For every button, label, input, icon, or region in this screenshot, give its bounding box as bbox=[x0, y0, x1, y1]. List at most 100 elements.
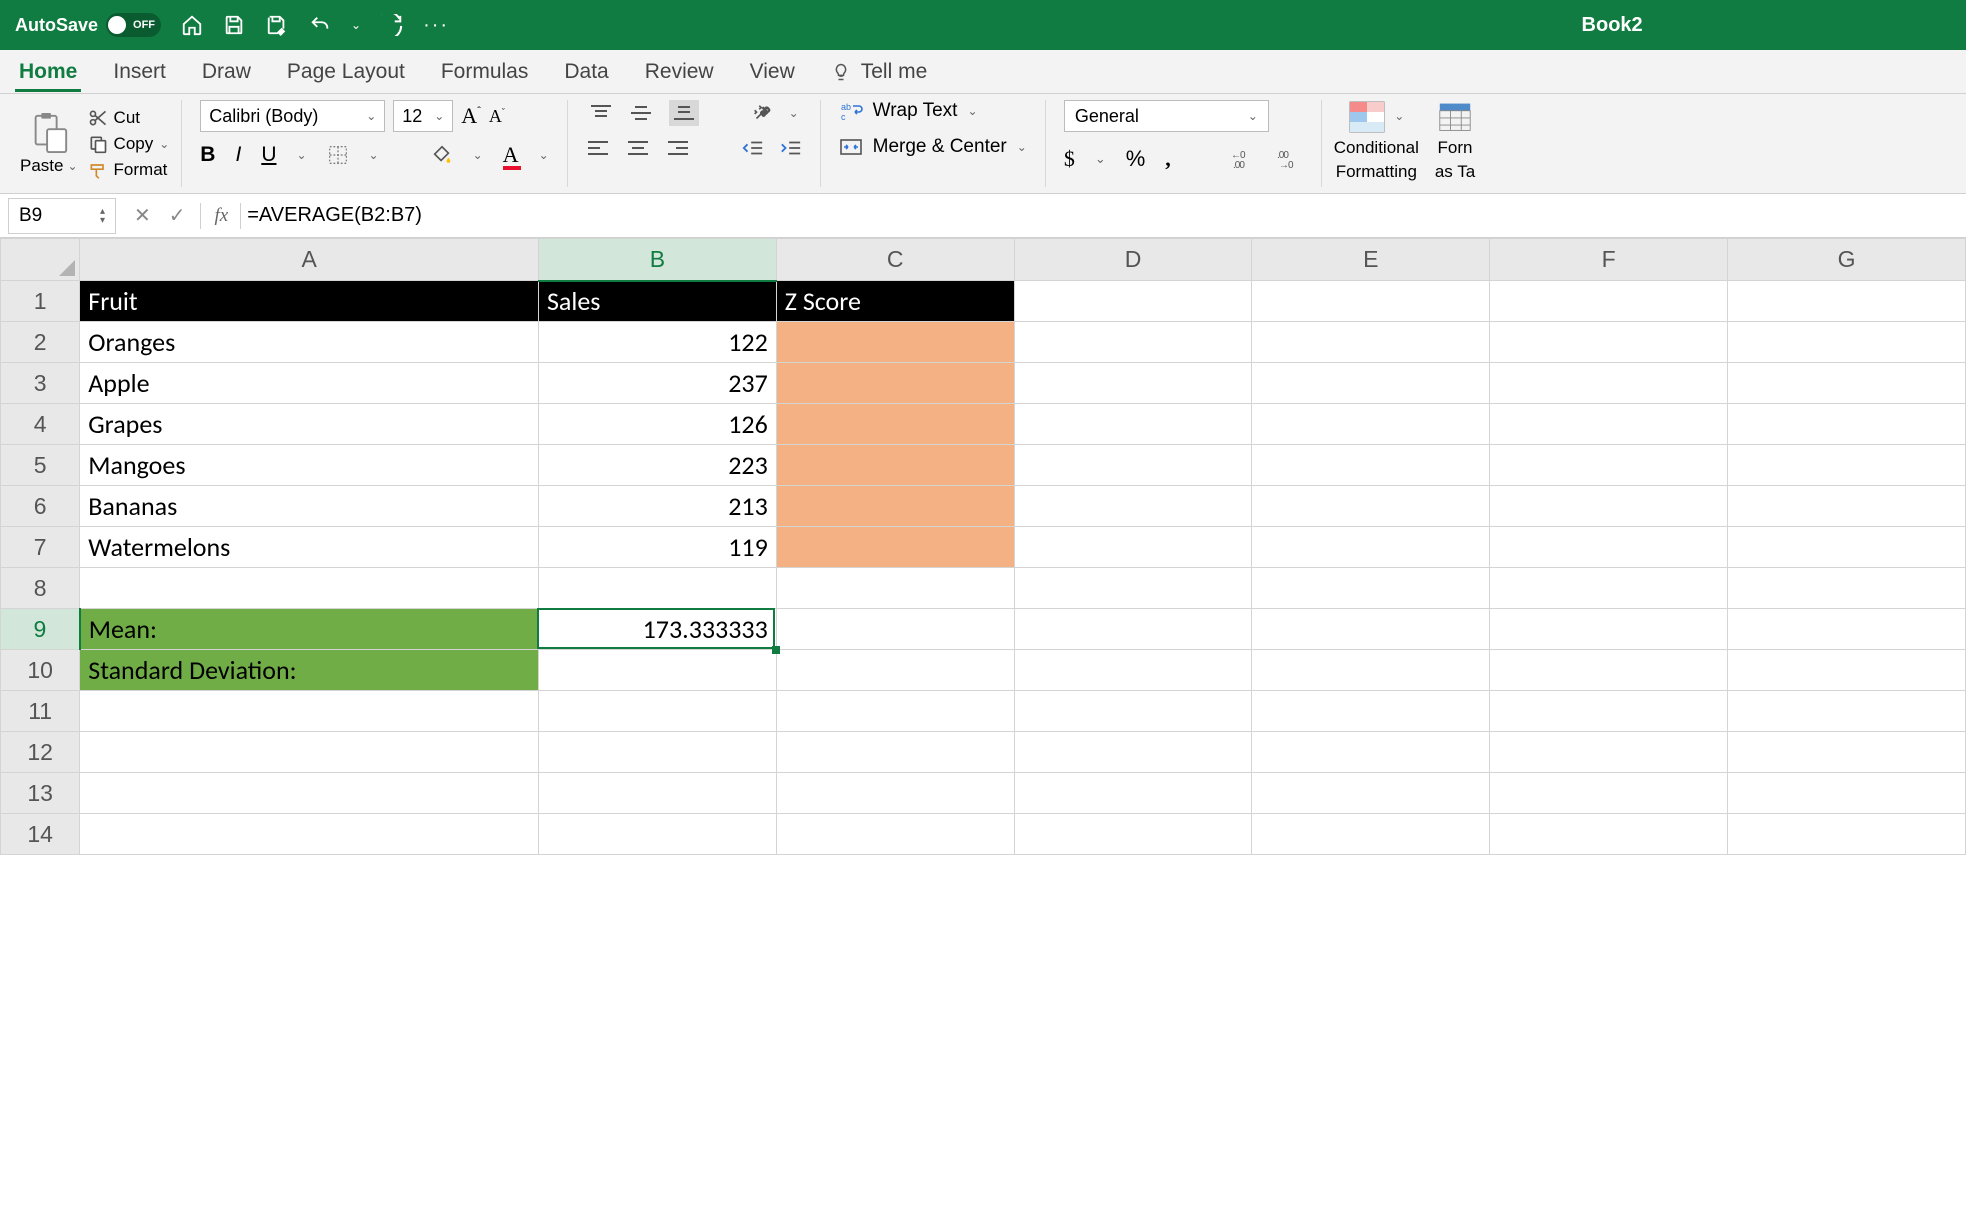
tab-insert[interactable]: Insert bbox=[109, 52, 170, 92]
chevron-down-icon[interactable]: ⌄ bbox=[369, 148, 379, 162]
save-edit-icon[interactable] bbox=[265, 14, 289, 36]
borders-button[interactable] bbox=[327, 144, 349, 166]
cell[interactable] bbox=[1014, 773, 1252, 814]
cell[interactable] bbox=[1252, 773, 1490, 814]
cell[interactable] bbox=[80, 732, 539, 773]
cell[interactable]: Sales bbox=[538, 281, 776, 322]
fill-color-button[interactable] bbox=[431, 144, 453, 166]
undo-icon[interactable] bbox=[309, 14, 331, 36]
cell[interactable]: Grapes bbox=[80, 404, 539, 445]
cell[interactable] bbox=[1490, 568, 1728, 609]
cell[interactable] bbox=[1014, 691, 1252, 732]
cell[interactable]: Z Score bbox=[776, 281, 1014, 322]
cell[interactable] bbox=[1728, 568, 1966, 609]
cell[interactable] bbox=[776, 404, 1014, 445]
cell[interactable] bbox=[776, 363, 1014, 404]
currency-button[interactable]: $ bbox=[1064, 146, 1075, 172]
cell[interactable] bbox=[1490, 445, 1728, 486]
cell[interactable] bbox=[1252, 322, 1490, 363]
chevron-down-icon[interactable]: ⌄ bbox=[67, 159, 77, 173]
cell[interactable] bbox=[1252, 732, 1490, 773]
cell[interactable] bbox=[80, 691, 539, 732]
col-header-c[interactable]: C bbox=[776, 239, 1014, 281]
align-right-icon[interactable] bbox=[666, 138, 690, 158]
save-icon[interactable] bbox=[223, 14, 245, 36]
fill-handle[interactable] bbox=[772, 646, 780, 654]
cell[interactable] bbox=[1728, 527, 1966, 568]
cell[interactable] bbox=[776, 773, 1014, 814]
cell[interactable] bbox=[776, 486, 1014, 527]
align-middle-icon[interactable] bbox=[629, 103, 653, 123]
cell[interactable] bbox=[80, 568, 539, 609]
number-format-select[interactable]: General⌄ bbox=[1064, 100, 1269, 132]
autosave-switch[interactable]: OFF bbox=[106, 13, 161, 37]
cell[interactable] bbox=[1014, 281, 1252, 322]
col-header-b[interactable]: B bbox=[538, 239, 776, 281]
cell[interactable] bbox=[1728, 363, 1966, 404]
cell[interactable] bbox=[1014, 609, 1252, 650]
cell[interactable]: 119 bbox=[538, 527, 776, 568]
underline-button[interactable]: U bbox=[261, 143, 276, 167]
cell[interactable] bbox=[776, 445, 1014, 486]
cut-button[interactable]: Cut bbox=[88, 108, 170, 128]
cell[interactable] bbox=[1252, 691, 1490, 732]
cell[interactable] bbox=[776, 322, 1014, 363]
cell[interactable] bbox=[1490, 691, 1728, 732]
cell[interactable] bbox=[1490, 404, 1728, 445]
cell[interactable] bbox=[80, 814, 539, 855]
undo-dropdown-icon[interactable]: ⌄ bbox=[351, 18, 361, 32]
cell[interactable] bbox=[1252, 814, 1490, 855]
cell[interactable] bbox=[1014, 732, 1252, 773]
chevron-down-icon[interactable]: ⌄ bbox=[296, 148, 306, 162]
cell[interactable] bbox=[1252, 281, 1490, 322]
chevron-down-icon[interactable]: ⌄ bbox=[1394, 110, 1404, 124]
cell[interactable] bbox=[1252, 404, 1490, 445]
cell[interactable] bbox=[1252, 486, 1490, 527]
cell[interactable] bbox=[1252, 363, 1490, 404]
row-header[interactable]: 1 bbox=[1, 281, 80, 322]
cell[interactable]: 237 bbox=[538, 363, 776, 404]
cell[interactable] bbox=[1252, 527, 1490, 568]
row-header[interactable]: 5 bbox=[1, 445, 80, 486]
tab-home[interactable]: Home bbox=[15, 52, 81, 92]
row-header[interactable]: 3 bbox=[1, 363, 80, 404]
tab-draw[interactable]: Draw bbox=[198, 52, 255, 92]
cell[interactable] bbox=[1490, 814, 1728, 855]
cell[interactable]: Watermelons bbox=[80, 527, 539, 568]
decrease-font-icon[interactable]: Aˇ bbox=[489, 106, 505, 127]
cell[interactable] bbox=[538, 814, 776, 855]
spreadsheet-grid[interactable]: A B C D E F G 1 Fruit Sales Z Score 2Ora… bbox=[0, 238, 1966, 855]
cell[interactable] bbox=[1728, 773, 1966, 814]
cell[interactable]: Bananas bbox=[80, 486, 539, 527]
cell[interactable] bbox=[1014, 363, 1252, 404]
cell[interactable]: 126 bbox=[538, 404, 776, 445]
home-icon[interactable] bbox=[181, 14, 203, 36]
cell[interactable]: Mean: bbox=[80, 609, 539, 650]
cell[interactable] bbox=[1490, 773, 1728, 814]
cell[interactable] bbox=[1490, 732, 1728, 773]
comma-button[interactable]: , bbox=[1165, 146, 1171, 172]
cell[interactable] bbox=[776, 650, 1014, 691]
tab-view[interactable]: View bbox=[746, 52, 799, 92]
increase-indent-icon[interactable] bbox=[780, 138, 802, 158]
cell[interactable] bbox=[1014, 568, 1252, 609]
align-center-icon[interactable] bbox=[626, 138, 650, 158]
col-header-e[interactable]: E bbox=[1252, 239, 1490, 281]
cell[interactable] bbox=[1490, 486, 1728, 527]
cell[interactable]: Apple bbox=[80, 363, 539, 404]
tab-data[interactable]: Data bbox=[560, 52, 612, 92]
cell[interactable] bbox=[1728, 486, 1966, 527]
cell[interactable] bbox=[1490, 281, 1728, 322]
cell[interactable]: Standard Deviation: bbox=[80, 650, 539, 691]
cell[interactable] bbox=[538, 691, 776, 732]
increase-font-icon[interactable]: Aˆ bbox=[461, 103, 481, 129]
row-header[interactable]: 13 bbox=[1, 773, 80, 814]
col-header-g[interactable]: G bbox=[1728, 239, 1966, 281]
cell[interactable] bbox=[1014, 650, 1252, 691]
col-header-d[interactable]: D bbox=[1014, 239, 1252, 281]
more-icon[interactable]: ··· bbox=[423, 14, 449, 37]
cell[interactable] bbox=[1728, 445, 1966, 486]
cell[interactable]: Oranges bbox=[80, 322, 539, 363]
cell[interactable] bbox=[1728, 404, 1966, 445]
tab-tell-me[interactable]: Tell me bbox=[827, 52, 932, 92]
